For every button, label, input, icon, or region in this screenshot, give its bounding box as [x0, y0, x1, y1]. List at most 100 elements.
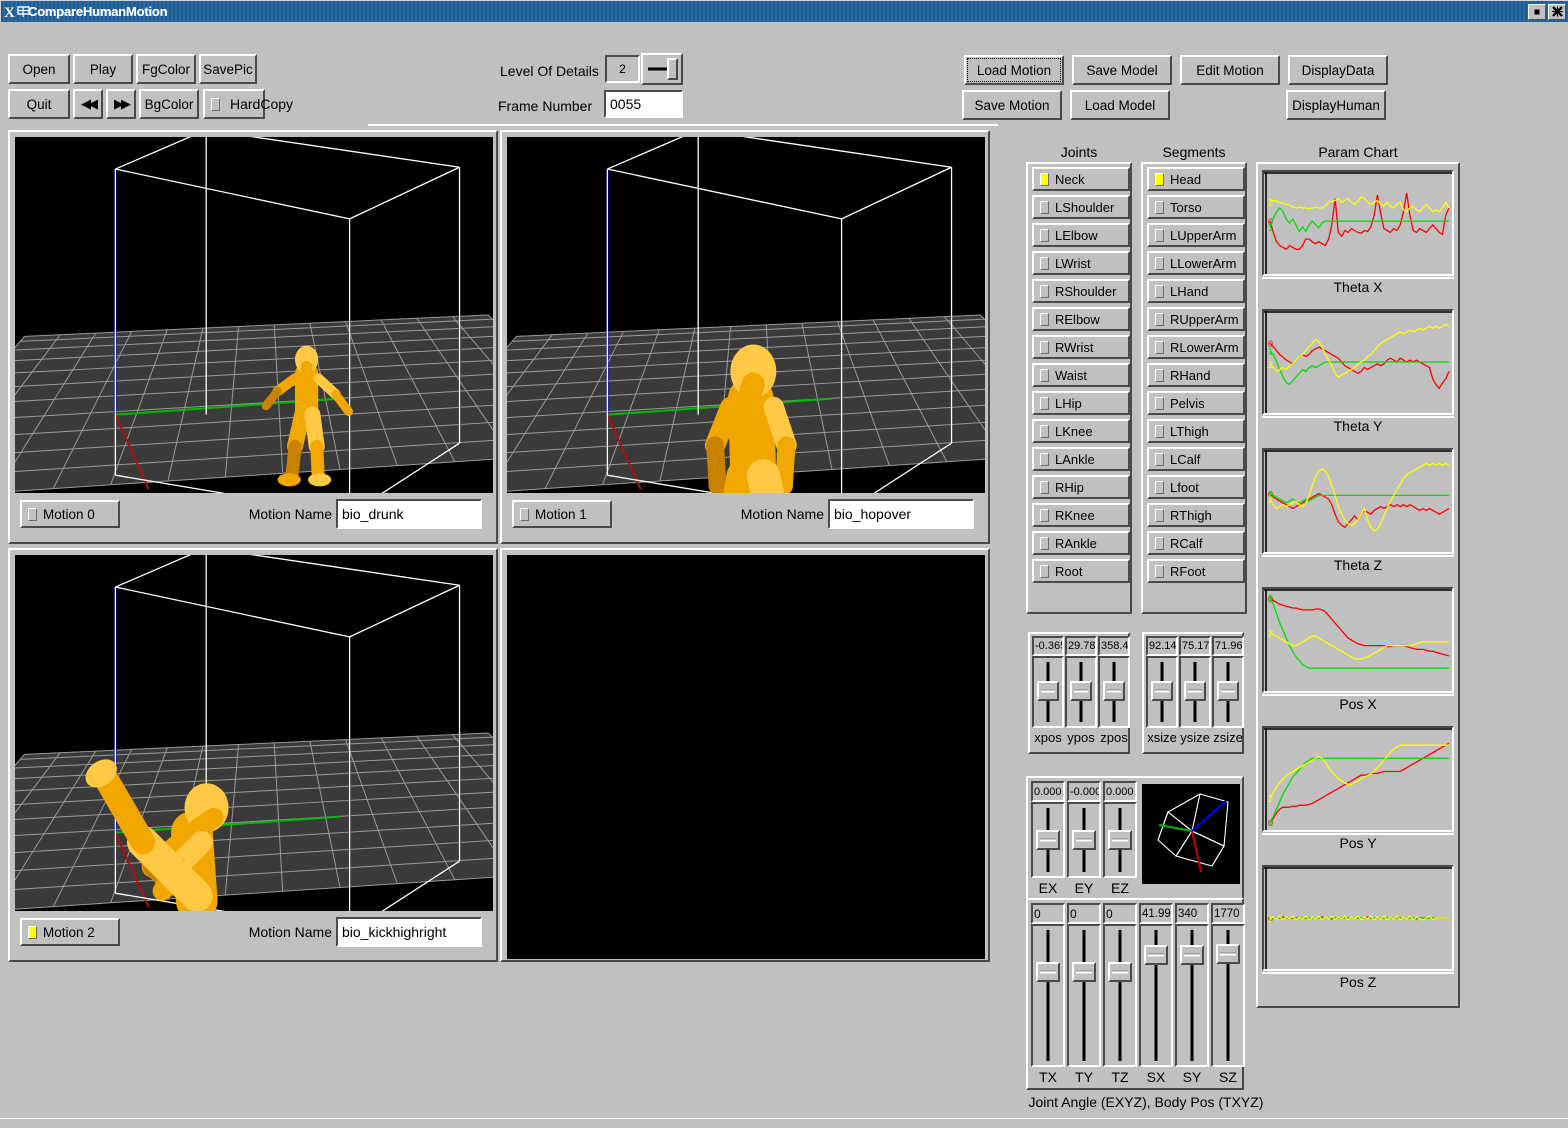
segment-item-lhand[interactable]: LHand [1147, 279, 1245, 303]
viewport-motion-2-canvas[interactable] [15, 555, 493, 911]
displaydata-button[interactable]: DisplayData [1288, 55, 1388, 85]
viewport-motion-2-name-input[interactable]: bio_kickhighright [336, 917, 482, 947]
segment-item-rupperarm[interactable]: RUpperArm [1147, 307, 1245, 331]
minimize-button[interactable] [1528, 4, 1546, 20]
joint-item-neck[interactable]: Neck [1032, 167, 1130, 191]
viewport-motion-1-canvas[interactable] [507, 137, 985, 493]
joint-item-lhip[interactable]: LHip [1032, 391, 1130, 415]
rewind-button[interactable]: ◀◀ [73, 89, 103, 119]
joint-item-waist[interactable]: Waist [1032, 363, 1130, 387]
ey-slider-track[interactable] [1067, 802, 1101, 878]
ysize-slider-track[interactable] [1179, 656, 1211, 728]
xsize-slider-thumb[interactable] [1151, 681, 1173, 701]
segment-item-lupperarm[interactable]: LUpperArm [1147, 223, 1245, 247]
open-button[interactable]: Open [8, 54, 70, 84]
chart-pos-x[interactable]: 012 [1262, 587, 1454, 693]
joint-checkbox-relbow[interactable] [1040, 313, 1049, 326]
segment-checkbox-rupperarm[interactable] [1155, 313, 1164, 326]
segment-item-pelvis[interactable]: Pelvis [1147, 391, 1245, 415]
segment-checkbox-lfoot[interactable] [1155, 481, 1164, 494]
chart-pos-z[interactable]: 012 [1262, 865, 1454, 971]
tz-slider[interactable]: 0TZ [1103, 903, 1137, 1085]
xsize-slider[interactable]: 92.14:xsize [1146, 636, 1178, 750]
chart-theta-y[interactable]: 012 [1262, 309, 1454, 415]
segment-checkbox-torso[interactable] [1155, 201, 1164, 214]
joint-checkbox-rhip[interactable] [1040, 481, 1049, 494]
joint-checkbox-lwrist[interactable] [1040, 257, 1049, 270]
segment-item-rlowerarm[interactable]: RLowerArm [1147, 335, 1245, 359]
chart-theta-z[interactable]: 012 [1262, 448, 1454, 554]
sx-slider[interactable]: 41.99SX [1139, 903, 1173, 1085]
zsize-slider-track[interactable] [1212, 656, 1244, 728]
joint-item-lknee[interactable]: LKnee [1032, 419, 1130, 443]
viewport-motion-1-name-input[interactable]: bio_hopover [828, 499, 974, 529]
xpos-slider[interactable]: -0.365xpos [1032, 636, 1064, 750]
ypos-slider-track[interactable] [1065, 656, 1097, 728]
joint-item-relbow[interactable]: RElbow [1032, 307, 1130, 331]
joint-item-lshoulder[interactable]: LShoulder [1032, 195, 1130, 219]
displayhuman-button[interactable]: DisplayHuman [1286, 90, 1386, 120]
segment-checkbox-lhand[interactable] [1155, 285, 1164, 298]
segment-checkbox-rcalf[interactable] [1155, 537, 1164, 550]
ty-slider-track[interactable] [1067, 924, 1101, 1067]
edit-motion-button[interactable]: Edit Motion [1180, 55, 1280, 85]
ey-slider[interactable]: -0.000EY [1067, 781, 1101, 897]
ypos-slider[interactable]: 29.782ypos [1065, 636, 1097, 750]
segment-checkbox-rhand[interactable] [1155, 369, 1164, 382]
xpos-slider-thumb[interactable] [1037, 681, 1059, 701]
ez-slider-thumb[interactable] [1108, 830, 1132, 850]
viewport-motion-1-toggle[interactable]: Motion 1 [512, 500, 612, 528]
segment-checkbox-head[interactable] [1155, 173, 1164, 186]
tz-slider-thumb[interactable] [1108, 962, 1132, 982]
viewport-motion-2-checkbox[interactable] [28, 926, 37, 939]
quit-button[interactable]: Quit [8, 89, 70, 119]
ysize-slider-thumb[interactable] [1184, 681, 1206, 701]
joint-checkbox-rankle[interactable] [1040, 537, 1049, 550]
joint-item-lwrist[interactable]: LWrist [1032, 251, 1130, 275]
joint-item-rknee[interactable]: RKnee [1032, 503, 1130, 527]
joint-checkbox-lelbow[interactable] [1040, 229, 1049, 242]
joint-checkbox-neck[interactable] [1040, 173, 1049, 186]
viewport-motion-0-canvas[interactable] [15, 137, 493, 493]
save-model-button[interactable]: Save Model [1072, 55, 1172, 85]
sy-slider[interactable]: 340SY [1175, 903, 1209, 1085]
ty-slider[interactable]: 0TY [1067, 903, 1101, 1085]
joint-item-lelbow[interactable]: LElbow [1032, 223, 1130, 247]
zpos-slider-track[interactable] [1098, 656, 1130, 728]
joint-checkbox-lankle[interactable] [1040, 453, 1049, 466]
fgcolor-button[interactable]: FgColor [136, 54, 196, 84]
ez-slider[interactable]: 0.000EZ [1103, 781, 1137, 897]
hardcopy-checkbox[interactable] [211, 98, 220, 111]
segment-item-lfoot[interactable]: Lfoot [1147, 475, 1245, 499]
viewport-motion-2-toggle[interactable]: Motion 2 [20, 918, 120, 946]
segment-item-lcalf[interactable]: LCalf [1147, 447, 1245, 471]
play-button[interactable]: Play [73, 54, 133, 84]
bgcolor-button[interactable]: BgColor [139, 89, 199, 119]
sy-slider-track[interactable] [1175, 924, 1209, 1067]
lod-scale[interactable] [641, 53, 683, 85]
ex-slider-track[interactable] [1031, 802, 1065, 878]
ty-slider-thumb[interactable] [1072, 962, 1096, 982]
zpos-slider-thumb[interactable] [1103, 681, 1125, 701]
save-motion-button[interactable]: Save Motion [962, 90, 1062, 120]
zpos-slider[interactable]: 358.46zpos [1098, 636, 1130, 750]
joint-item-lankle[interactable]: LAnkle [1032, 447, 1130, 471]
chart-pos-y[interactable]: 012 [1262, 726, 1454, 832]
sz-slider-thumb[interactable] [1216, 944, 1240, 964]
segment-checkbox-llowerarm[interactable] [1155, 257, 1164, 270]
tz-slider-track[interactable] [1103, 924, 1137, 1067]
segment-item-rcalf[interactable]: RCalf [1147, 531, 1245, 555]
load-model-button[interactable]: Load Model [1070, 90, 1170, 120]
orientation-preview[interactable] [1142, 784, 1240, 884]
tx-slider-track[interactable] [1031, 924, 1065, 1067]
ez-slider-track[interactable] [1103, 802, 1137, 878]
viewport-motion-1-checkbox[interactable] [520, 508, 529, 521]
joint-item-rshoulder[interactable]: RShoulder [1032, 279, 1130, 303]
load-motion-button[interactable]: Load Motion [964, 55, 1064, 85]
sx-slider-track[interactable] [1139, 924, 1173, 1067]
zsize-slider[interactable]: 71.96zsize [1212, 636, 1244, 750]
segment-checkbox-lupperarm[interactable] [1155, 229, 1164, 242]
segment-checkbox-lthigh[interactable] [1155, 425, 1164, 438]
joint-checkbox-rknee[interactable] [1040, 509, 1049, 522]
tx-slider[interactable]: 0TX [1031, 903, 1065, 1085]
